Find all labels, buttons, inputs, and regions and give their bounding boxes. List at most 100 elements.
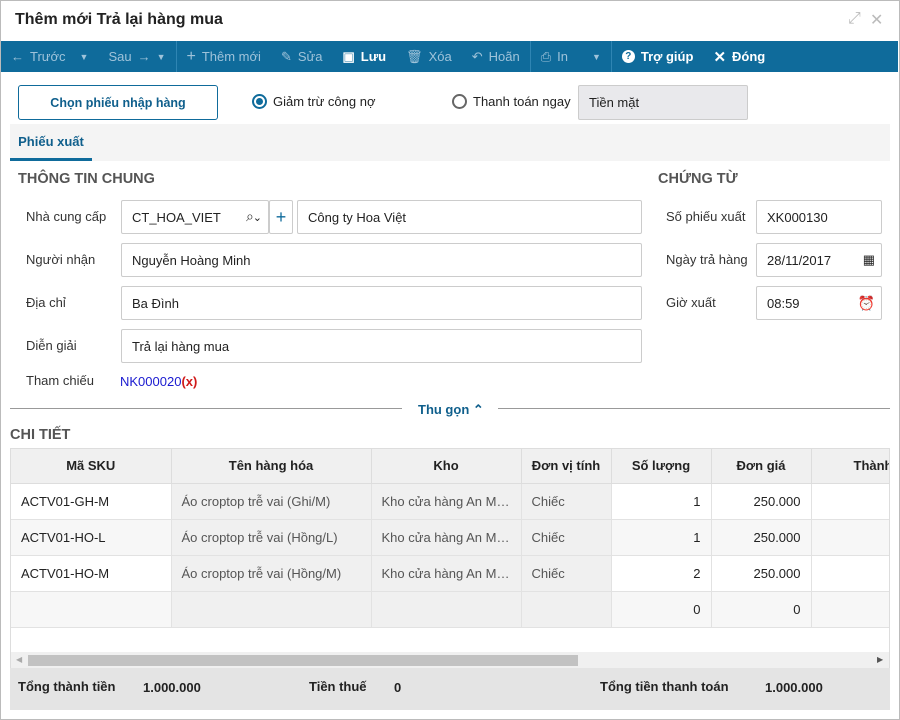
- search-list-icon[interactable]: ⌕: [246, 208, 254, 225]
- arrow-left-icon: ←: [11, 49, 24, 64]
- table-row[interactable]: ACTV01-HO-M Áo croptop trễ vai (Hồng/M) Kh…: [11, 555, 889, 592]
- table-row[interactable]: 00: [11, 591, 889, 628]
- return-date-field[interactable]: 28/11/2017 ▦: [756, 243, 882, 277]
- scroll-left-icon[interactable]: ◀: [16, 655, 22, 664]
- alarm-clock-icon[interactable]: ⏰: [858, 295, 875, 312]
- reference-link[interactable]: NK000020: [120, 374, 181, 389]
- scrollbar-thumb[interactable]: [28, 655, 578, 666]
- address-label: Địa chỉ: [26, 295, 66, 310]
- table-cell: ACTV01-HO-L: [11, 519, 172, 556]
- chevron-down-icon: ▼: [156, 51, 166, 62]
- table-cell: Chiếc: [521, 519, 612, 556]
- table-cell: [521, 591, 612, 628]
- radio-pay-now[interactable]: Thanh toán ngay: [452, 94, 571, 109]
- column-header[interactable]: Số lượng: [611, 449, 712, 484]
- table-cell[interactable]: 250.000: [711, 555, 812, 592]
- close-icon[interactable]: ✕: [870, 10, 883, 30]
- chevron-down-icon: ▼: [591, 51, 601, 62]
- table-cell: [811, 591, 889, 628]
- receiver-field[interactable]: Nguyễn Hoàng Minh: [121, 243, 642, 277]
- print-button[interactable]: ⎙ In ▼: [531, 41, 611, 72]
- column-header[interactable]: Đơn giá: [711, 449, 812, 484]
- reference-value: NK000020(x): [120, 374, 197, 389]
- voucher-heading: CHỨNG TỪ: [658, 171, 738, 187]
- prev-button[interactable]: ← Trước ▼: [1, 41, 98, 72]
- table-cell: Áo croptop trễ vai (Ghi/M): [171, 483, 372, 520]
- calendar-icon[interactable]: ▦: [863, 252, 875, 268]
- table-cell: Kho cửa hàng An Mâ...: [371, 483, 522, 520]
- radio-unselected-icon: [452, 94, 467, 109]
- close-button[interactable]: ✕ Đóng: [703, 41, 775, 72]
- table-row[interactable]: ACTV01-HO-L Áo croptop trễ vai (Hồng/L) Kh…: [11, 519, 889, 556]
- undo-icon: ↶: [471, 48, 483, 64]
- table-cell: [171, 591, 372, 628]
- total-value: 1.000.000: [765, 680, 823, 695]
- collapse-toggle[interactable]: Thu gọn ⌃: [418, 402, 484, 418]
- tab-export-voucher[interactable]: Phiếu xuất: [10, 124, 92, 161]
- undo-button[interactable]: ↶ Hoãn: [462, 41, 530, 72]
- divider: [10, 408, 402, 409]
- toolbar: ← Trước ▼ Sau → ▼ + Thêm mới ✎ Sửa ▣ Lưu 🗑 Xóa ↶…: [1, 41, 898, 72]
- remove-reference-button[interactable]: (x): [181, 374, 197, 389]
- supplier-name-field[interactable]: Công ty Hoa Việt: [297, 200, 642, 234]
- dialog-title: Thêm mới Trả lại hàng mua: [15, 11, 223, 28]
- table-cell: [371, 591, 522, 628]
- floppy-icon: ▣: [342, 48, 355, 64]
- tax-label: Tiền thuế: [309, 679, 367, 694]
- arrow-right-icon: →: [137, 49, 151, 64]
- general-info-heading: THÔNG TIN CHUNG: [18, 171, 155, 187]
- table-cell[interactable]: 250.000: [711, 519, 812, 556]
- maximize-icon[interactable]: ⤢: [848, 10, 861, 28]
- table-cell: ACTV01-GH-M: [11, 483, 172, 520]
- table-cell: [811, 519, 889, 556]
- choose-receipt-button[interactable]: Chọn phiếu nhập hàng: [18, 85, 218, 120]
- detail-heading: CHI TIẾT: [10, 427, 71, 443]
- column-header[interactable]: Mã SKU: [11, 449, 172, 484]
- table-cell[interactable]: 0: [711, 591, 812, 628]
- column-header[interactable]: Tên hàng hóa: [171, 449, 372, 484]
- save-button[interactable]: ▣ Lưu: [332, 41, 396, 72]
- radio-selected-icon: [252, 94, 267, 109]
- table-cell[interactable]: 1: [611, 519, 712, 556]
- delete-button[interactable]: 🗑 Xóa: [396, 41, 462, 72]
- table-cell[interactable]: 1: [611, 483, 712, 520]
- total-label: Tổng tiền thanh toán: [600, 679, 729, 694]
- next-button[interactable]: Sau → ▼: [98, 41, 175, 72]
- address-field[interactable]: Ba Đình: [121, 286, 642, 320]
- column-header[interactable]: Thành tiền: [811, 449, 889, 484]
- export-time-field[interactable]: 08:59 ⏰: [756, 286, 882, 320]
- table-cell: ACTV01-HO-M: [11, 555, 172, 592]
- voucher-no-field[interactable]: XK000130: [756, 200, 882, 234]
- payment-method-field: Tiền mặt: [578, 85, 748, 120]
- edit-button[interactable]: ✎ Sửa: [271, 41, 333, 72]
- description-field[interactable]: Trả lại hàng mua: [121, 329, 642, 363]
- table-cell[interactable]: 250.000: [711, 483, 812, 520]
- add-button[interactable]: + Thêm mới: [177, 41, 271, 72]
- chevron-up-icon: ⌃: [472, 402, 484, 417]
- table-row[interactable]: ACTV01-GH-M Áo croptop trễ vai (Ghi/M) Kho…: [11, 483, 889, 520]
- table-cell: Kho cửa hàng An Mâ...: [371, 555, 522, 592]
- reference-label: Tham chiếu: [26, 373, 94, 388]
- add-supplier-button[interactable]: +: [269, 200, 293, 234]
- table-cell[interactable]: 0: [611, 591, 712, 628]
- column-header[interactable]: Đơn vị tính: [521, 449, 612, 484]
- chevron-down-icon: ⌄: [252, 211, 262, 224]
- scroll-right-icon[interactable]: ▶: [877, 655, 883, 664]
- column-header[interactable]: Kho: [371, 449, 522, 484]
- return-date-label: Ngày trả hàng: [666, 252, 748, 267]
- table-cell[interactable]: 2: [611, 555, 712, 592]
- trash-icon: 🗑: [406, 48, 423, 64]
- table-cell: Chiếc: [521, 555, 612, 592]
- table-cell: Chiếc: [521, 483, 612, 520]
- chevron-down-icon: ▼: [79, 51, 89, 62]
- printer-icon: ⎙: [540, 48, 552, 64]
- radio-debt-deduction[interactable]: Giảm trừ công nợ: [252, 94, 375, 109]
- table-cell: Kho cửa hàng An Mâ...: [371, 519, 522, 556]
- receiver-label: Người nhận: [26, 252, 96, 267]
- totals-footer: [10, 668, 890, 710]
- table-cell: [11, 591, 172, 628]
- voucher-no-label: Số phiếu xuất: [666, 209, 746, 224]
- help-button[interactable]: ? Trợ giúp: [612, 41, 704, 72]
- tax-value: 0: [394, 680, 402, 695]
- table-cell: Áo croptop trễ vai (Hồng/L): [171, 519, 372, 556]
